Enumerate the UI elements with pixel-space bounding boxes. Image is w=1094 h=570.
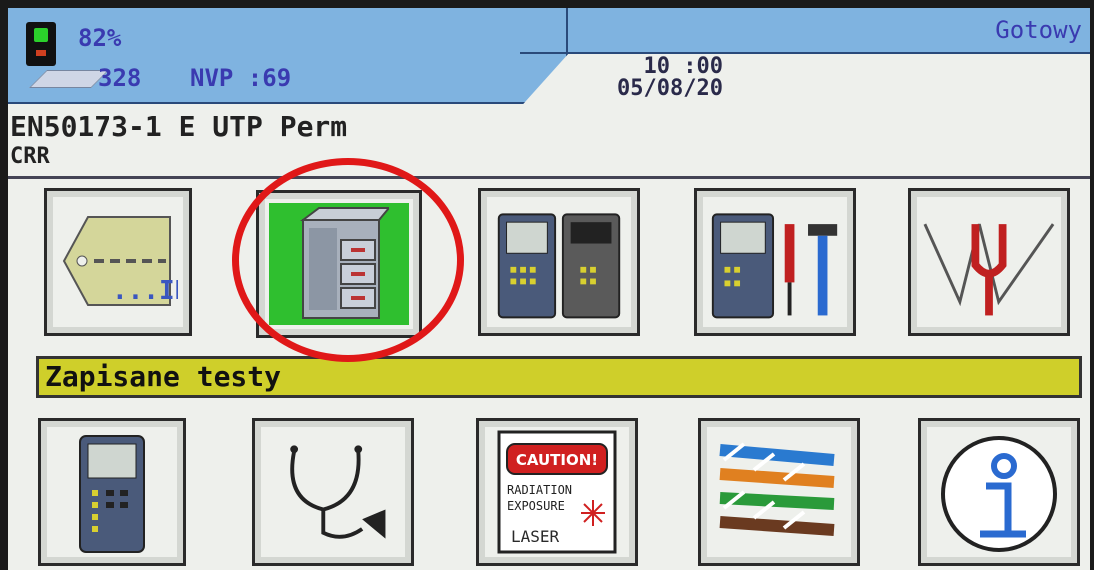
laser-line1: RADIATION [507, 483, 572, 497]
cable-tile[interactable] [698, 418, 860, 566]
stethoscope-icon [290, 445, 386, 539]
tools-tile[interactable] [694, 188, 856, 336]
tester-device-icon [79, 435, 145, 553]
battery-icon [26, 22, 56, 66]
laser-caution-icon: CAUTION! RADIATION EXPOSURE LASER [497, 430, 617, 554]
laser-line2: EXPOSURE [507, 499, 565, 513]
caution-text: CAUTION! [516, 451, 598, 469]
dual-tester-tile[interactable] [478, 188, 640, 336]
id-tag-label: ...ID [112, 276, 178, 306]
id-tag-icon: ...ID [62, 216, 178, 306]
clock-time: 10 :00 [643, 54, 723, 79]
laser-line3: LASER [511, 527, 560, 546]
info-icon [941, 436, 1057, 552]
storage-count: 328 [98, 64, 142, 92]
tester-pair-icon [497, 213, 621, 319]
header-divider [520, 52, 1090, 54]
info-tile[interactable] [918, 418, 1080, 566]
divider [8, 176, 1090, 179]
tester-tools-icon [711, 213, 838, 319]
selection-highlight-circle [232, 158, 464, 362]
battery-percent: 82% [78, 24, 122, 52]
tuning-fork-icon [923, 223, 1055, 316]
tone-tile[interactable] [908, 188, 1070, 336]
selected-function-label: Zapisane testy [36, 356, 1082, 398]
test-standard: EN50173-1 E UTP Perm [10, 110, 348, 143]
nvp-value: NVP :69 [190, 64, 292, 92]
laser-tile[interactable]: CAUTION! RADIATION EXPOSURE LASER [476, 418, 638, 566]
tester-screen: 82% 328 NVP :69 Gotowy 10 :00 05/08/20 E… [8, 8, 1090, 570]
clock-date: 05/08/20 [617, 76, 723, 101]
subtitle: CRR [10, 144, 50, 169]
clock: 10 :00 05/08/20 [573, 56, 723, 100]
status-text: Gotowy [995, 16, 1082, 44]
cable-bundle-icon [719, 442, 835, 536]
tester-tile[interactable] [38, 418, 186, 566]
id-tile[interactable]: ...ID [44, 188, 192, 336]
diagnostics-tile[interactable] [252, 418, 414, 566]
